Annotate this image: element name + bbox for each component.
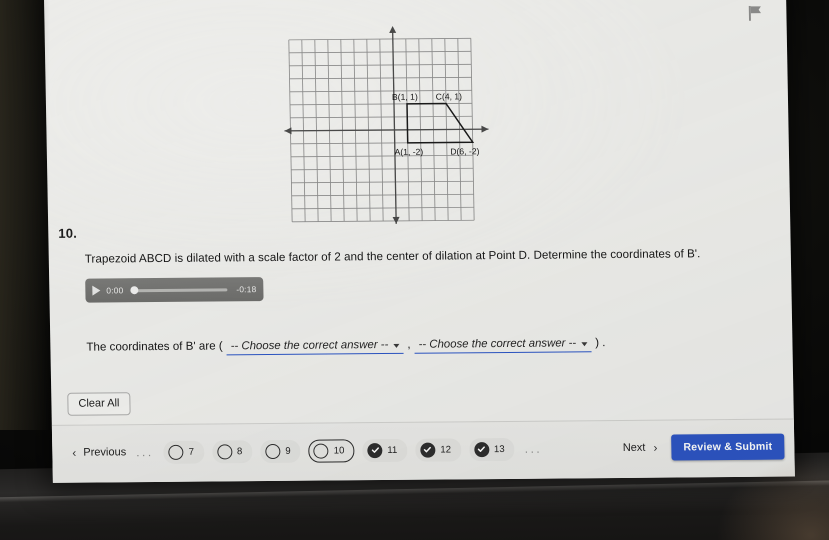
screen: B(1, 1) C(4, 1) A(1, -2) D(6, -2) 10. Tr… [44, 0, 795, 483]
page-list: 7 8 9 10 11 12 13 [163, 437, 515, 464]
previous-label: Previous [83, 446, 127, 459]
check-circle-icon [473, 441, 490, 457]
audio-remaining-time: -0:18 [236, 284, 257, 295]
page-number: 9 [285, 445, 291, 457]
page-number: 8 [236, 445, 243, 457]
audio-progress-slider[interactable] [130, 286, 228, 295]
next-button[interactable]: Next › [622, 440, 658, 455]
screen-glare-left [0, 0, 50, 430]
footer-spacer [552, 448, 623, 449]
page-item-10-current[interactable]: 10 [308, 438, 355, 463]
status-circle-icon [216, 443, 233, 459]
page-item-13[interactable]: 13 [468, 437, 515, 461]
check-circle-icon [420, 442, 436, 458]
chevron-left-icon: ‹ [72, 445, 77, 460]
status-circle-icon [313, 443, 329, 459]
page-item-7[interactable]: 7 [163, 440, 205, 464]
point-label-C: C(4, 1) [436, 91, 463, 101]
audio-current-time: 0:00 [106, 285, 124, 296]
answer-comma: , [407, 337, 411, 351]
page-number: 13 [493, 443, 505, 455]
status-circle-icon [168, 444, 184, 460]
check-circle-icon [367, 442, 383, 458]
previous-button[interactable]: ‹ Previous [72, 445, 127, 460]
leading-ellipsis: ... [136, 445, 154, 460]
chevron-right-icon: › [653, 440, 658, 455]
dropdown-y-coordinate[interactable]: -- Choose the correct answer -- [414, 337, 592, 354]
audio-player[interactable]: 0:00 -0:18 [85, 277, 264, 303]
check-icon [477, 446, 486, 452]
page-item-11[interactable]: 11 [362, 438, 408, 462]
dropdown-y-label: -- Choose the correct answer -- [418, 337, 577, 351]
status-circle-icon [265, 443, 281, 459]
trailing-ellipsis: ... [524, 441, 543, 456]
trapezoid-shape [406, 102, 475, 144]
dropdown-x-label: -- Choose the correct answer -- [230, 338, 389, 353]
point-label-B: B(1, 1) [392, 92, 418, 102]
check-icon [424, 446, 432, 453]
chevron-down-icon [393, 343, 400, 348]
photo-of-screen: B(1, 1) C(4, 1) A(1, -2) D(6, -2) 10. Tr… [0, 0, 829, 540]
point-label-D: D(6, -2) [450, 146, 479, 156]
page-number: 7 [188, 446, 195, 458]
coordinate-graph: B(1, 1) C(4, 1) A(1, -2) D(6, -2) [283, 24, 493, 231]
footer-navigation: ‹ Previous ... 7 8 9 10 11 12 13 ... Nex… [51, 418, 795, 483]
audio-progress-knob[interactable] [130, 286, 139, 295]
flag-icon [748, 5, 761, 21]
chevron-down-icon [581, 342, 588, 347]
answer-suffix: ) . [595, 336, 606, 350]
page-number: 12 [440, 443, 452, 456]
graph-svg: B(1, 1) C(4, 1) A(1, -2) D(6, -2) [284, 25, 489, 224]
question-text: Trapezoid ABCD is dilated with a scale f… [84, 247, 701, 266]
page-item-12[interactable]: 12 [415, 437, 462, 462]
next-label: Next [622, 441, 646, 454]
flag-button[interactable] [748, 5, 762, 26]
review-and-submit-button[interactable]: Review & Submit [671, 433, 785, 461]
dropdown-x-coordinate[interactable]: -- Choose the correct answer -- [226, 338, 404, 356]
answer-prefix: The coordinates of B' are ( [86, 339, 223, 354]
page-number: 11 [387, 444, 398, 456]
play-icon[interactable] [92, 285, 101, 296]
clear-all-button[interactable]: Clear All [67, 392, 131, 416]
page-item-8[interactable]: 8 [211, 439, 253, 464]
check-icon [371, 447, 379, 453]
question-number: 10. [58, 225, 78, 241]
page-number: 10 [333, 444, 345, 456]
answer-line: The coordinates of B' are ( -- Choose th… [86, 336, 606, 357]
point-label-A: A(1, -2) [394, 147, 423, 157]
page-item-9[interactable]: 9 [260, 439, 301, 463]
